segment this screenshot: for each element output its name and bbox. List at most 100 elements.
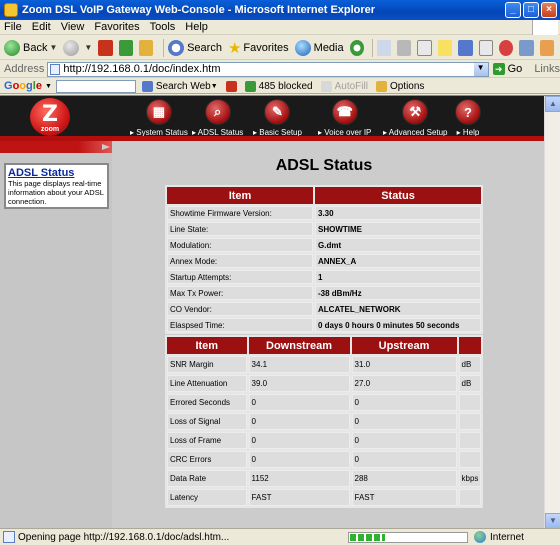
nav-label: ▸ Help xyxy=(456,128,480,137)
autofill-label: AutoFill xyxy=(334,80,368,92)
popup-blocker-button[interactable]: 485 blocked xyxy=(244,80,313,92)
row-value: 3.30 xyxy=(315,206,481,220)
menu-edit[interactable]: Edit xyxy=(32,21,51,33)
arrow-bar xyxy=(0,141,112,153)
search-button[interactable]: Search xyxy=(168,39,222,56)
tools-icon[interactable] xyxy=(519,39,534,56)
media-icon xyxy=(294,39,311,56)
search-icon xyxy=(168,39,185,56)
menu-file[interactable]: File xyxy=(4,21,22,33)
media-label: Media xyxy=(313,41,344,54)
zone-label: Internet xyxy=(490,531,524,543)
google-logo[interactable]: Google xyxy=(4,80,42,92)
menu-favorites[interactable]: Favorites xyxy=(94,21,139,33)
google-search-input[interactable] xyxy=(55,79,136,93)
address-bar: Address http://192.168.0.1/doc/index.htm… xyxy=(0,61,560,78)
toolbar-separator xyxy=(371,38,373,57)
row-label: Line State: xyxy=(167,222,313,236)
media-button[interactable]: Media xyxy=(294,39,344,56)
search-web-label: Search Web xyxy=(155,80,211,92)
address-input[interactable]: http://192.168.0.1/doc/index.htm ▼ xyxy=(47,61,489,77)
nav-help[interactable]: ? ▸ Help xyxy=(455,96,481,137)
downstream-value: 0 xyxy=(248,451,350,468)
table-row: Startup Attempts: 1 xyxy=(167,270,481,284)
discuss-icon[interactable] xyxy=(437,39,453,56)
refresh-icon[interactable] xyxy=(118,39,133,56)
address-dropdown-icon[interactable]: ▼ xyxy=(473,62,488,76)
menu-tools[interactable]: Tools xyxy=(150,21,176,33)
autofill-button[interactable]: AutoFill xyxy=(320,80,368,92)
page-title: ADSL Status xyxy=(275,157,373,174)
minimize-button[interactable]: _ xyxy=(505,2,521,18)
options-button[interactable]: Options xyxy=(375,80,424,92)
menu-view[interactable]: View xyxy=(61,21,85,33)
scroll-up-icon[interactable]: ▲ xyxy=(545,96,560,112)
table-row: Loss of Signal 0 0 xyxy=(167,413,481,430)
stop-icon[interactable] xyxy=(98,39,113,56)
column-header-item: Item xyxy=(167,187,313,204)
edit-icon[interactable] xyxy=(417,39,432,56)
status-text: Opening page http://192.168.0.1/doc/adsl… xyxy=(18,531,230,543)
window-titlebar[interactable]: Zoom DSL VoIP Gateway Web-Console - Micr… xyxy=(0,0,560,20)
close-button[interactable]: × xyxy=(541,2,557,18)
back-button[interactable]: Back ▼ xyxy=(4,39,57,56)
table-row: Line Attenuation 39.0 27.0 dB xyxy=(167,375,481,392)
table-row: Modulation: G.dmt xyxy=(167,238,481,252)
links-button[interactable]: Links xyxy=(534,63,560,75)
messenger-icon[interactable] xyxy=(499,39,514,56)
unit-value xyxy=(458,489,481,506)
nav-label: ▸ Basic Setup xyxy=(253,128,302,137)
menu-help[interactable]: Help xyxy=(185,21,208,33)
pagerank-icon[interactable] xyxy=(225,80,237,92)
header-arrow-strip xyxy=(0,141,112,153)
table-row: Data Rate 1152 288 kbps xyxy=(167,470,481,487)
nav-basic-setup[interactable]: ✎ ▸ Basic Setup xyxy=(253,96,302,137)
nav-label: ▸ System Status xyxy=(130,128,188,137)
table-header-row: Item Downstream Upstream xyxy=(167,337,481,354)
table-row: Showtime Firmware Version: 3.30 xyxy=(167,206,481,220)
nav-system-status[interactable]: ▦ ▸ System Status xyxy=(130,96,188,137)
bluetooth-icon[interactable] xyxy=(539,39,554,56)
row-label: Loss of Frame xyxy=(167,432,247,449)
status-table: Item Status Showtime Firmware Version: 3.… xyxy=(165,185,483,334)
table-row: Errored Seconds 0 0 xyxy=(167,394,481,411)
nav-voice-over-ip[interactable]: ☎ ▸ Voice over IP xyxy=(318,96,371,137)
row-label: Errored Seconds xyxy=(167,394,247,411)
column-header-downstream: Downstream xyxy=(248,337,350,354)
unit-value: dB xyxy=(458,375,481,392)
upstream-value: 0 xyxy=(351,413,457,430)
history-icon[interactable] xyxy=(349,39,364,56)
server-icon: ▦ xyxy=(145,99,172,125)
vertical-scrollbar[interactable]: ▲ ▼ xyxy=(544,96,560,528)
downstream-value: FAST xyxy=(248,489,350,506)
downstream-value: 0 xyxy=(248,394,350,411)
info-heading[interactable]: ADSL Status xyxy=(8,167,105,179)
back-arrow-icon xyxy=(4,39,20,56)
upstream-value: 0 xyxy=(351,451,457,468)
popup-blocker-icon xyxy=(244,80,256,92)
table-row: Latency FAST FAST xyxy=(167,489,481,506)
nav-advanced-setup[interactable]: ⚒ ▸ Advanced Setup xyxy=(383,96,448,137)
maximize-button[interactable]: □ xyxy=(523,2,539,18)
unit-value: kbps xyxy=(458,470,481,487)
stats-table: Item Downstream Upstream SNR Margin 34.1 3… xyxy=(165,335,483,508)
print-icon[interactable] xyxy=(397,39,412,56)
spellcheck-icon[interactable] xyxy=(458,39,473,56)
google-toolbar: Google ▼ Search Web ▼ 485 blocked AutoFill… xyxy=(0,79,560,94)
scroll-down-icon[interactable]: ▼ xyxy=(545,513,560,528)
search-web-icon xyxy=(141,80,153,92)
back-label: Back xyxy=(23,41,48,54)
research-icon[interactable] xyxy=(478,39,494,56)
nav-adsl-status[interactable]: ⌕ ▸ ADSL Status xyxy=(192,96,243,137)
upstream-value: FAST xyxy=(351,489,457,506)
page-loading-icon xyxy=(3,531,15,543)
favorites-button[interactable]: ★ Favorites xyxy=(228,39,289,57)
go-button[interactable]: ➜ Go xyxy=(492,63,522,75)
home-icon[interactable] xyxy=(138,39,154,56)
row-value: -38 dBm/Hz xyxy=(315,286,481,300)
search-web-button[interactable]: Search Web ▼ xyxy=(141,80,218,92)
search-label: Search xyxy=(187,41,222,54)
forward-button[interactable]: ▼ xyxy=(63,39,92,56)
mail-icon[interactable] xyxy=(376,39,392,56)
unit-value xyxy=(458,432,481,449)
